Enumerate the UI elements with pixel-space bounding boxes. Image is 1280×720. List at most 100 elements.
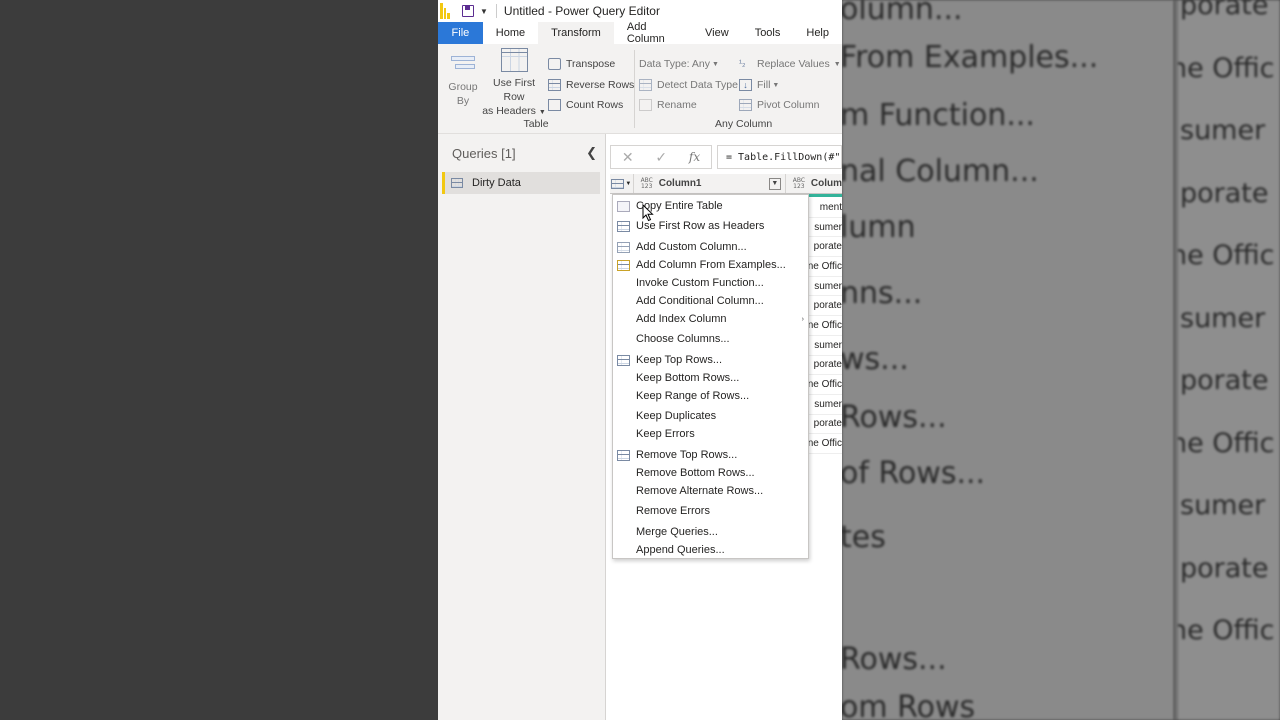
queries-pane: Queries [1] ❮ Dirty Data xyxy=(438,134,606,720)
column-examples-icon xyxy=(617,259,630,271)
table-cell[interactable]: porate xyxy=(808,237,842,258)
menu-item-add-column-from-examples[interactable]: Add Column From Examples... xyxy=(613,256,808,274)
zoomed-cells: porate ne Offic sumer porate ne Offic sumer po… xyxy=(1174,0,1280,720)
menu-item-invoke-custom-function[interactable]: Invoke Custom Function... xyxy=(613,274,808,292)
custom-column-icon xyxy=(617,241,630,253)
table-cell[interactable]: ne Offic xyxy=(808,434,842,454)
tab-tools[interactable]: Tools xyxy=(742,22,794,44)
tab-view[interactable]: View xyxy=(692,22,742,44)
menu-item-remove-top-rows[interactable]: Remove Top Rows... xyxy=(613,446,808,464)
detect-data-type-label: Detect Data Type xyxy=(657,79,738,91)
group-by-icon xyxy=(451,54,475,72)
transpose-button[interactable]: Transpose xyxy=(548,56,615,72)
any-column-group-label: Any Column xyxy=(715,118,773,130)
copy-table-icon xyxy=(617,200,630,212)
detect-data-type-icon xyxy=(639,79,652,91)
use-first-row-headers-button[interactable]: Use First Row as Headers ▼ xyxy=(482,48,546,120)
column-filter-dropdown-icon[interactable]: ▼ xyxy=(768,177,781,190)
zoomed-menu-line: om Rows xyxy=(842,690,976,720)
table-menu-button[interactable]: ▼ xyxy=(610,174,634,193)
title-bar: ▼ Untitled - Power Query Editor xyxy=(438,0,842,22)
group-by-button[interactable]: Group By xyxy=(444,54,482,108)
tab-home[interactable]: Home xyxy=(483,22,538,44)
table-cell[interactable]: ment xyxy=(808,198,842,218)
reverse-rows-button[interactable]: Reverse Rows xyxy=(548,77,634,93)
tab-add-column[interactable]: Add Column xyxy=(614,21,692,45)
zoomed-menu-line: ws... xyxy=(842,342,909,377)
reverse-rows-icon xyxy=(548,79,561,91)
zoomed-menu-line: tes xyxy=(842,520,886,555)
tab-file[interactable]: File xyxy=(438,22,483,44)
column-header-column2[interactable]: ABC 123 Colum xyxy=(786,174,842,193)
rename-label: Rename xyxy=(657,99,697,111)
remove-rows-icon xyxy=(617,449,630,461)
menu-item-keep-errors[interactable]: Keep Errors xyxy=(613,425,808,443)
menu-item-merge-queries[interactable]: Merge Queries... xyxy=(613,523,808,541)
rename-button[interactable]: Rename xyxy=(639,97,697,113)
menu-item-choose-columns[interactable]: Choose Columns... xyxy=(613,330,808,348)
formula-input[interactable]: = Table.FillDown(#" xyxy=(717,145,842,169)
formula-controls: ✕ ✓ fx xyxy=(610,145,712,169)
fx-icon[interactable]: fx xyxy=(689,150,700,164)
menu-item-remove-alternate-rows[interactable]: Remove Alternate Rows... xyxy=(613,482,808,500)
tab-help[interactable]: Help xyxy=(793,22,842,44)
save-icon[interactable] xyxy=(462,5,474,17)
table-cell[interactable]: ne Offic xyxy=(808,375,842,395)
table-cell[interactable]: porate xyxy=(808,356,842,376)
table-cell[interactable]: ne Offic xyxy=(808,257,842,277)
table-cell[interactable]: porate xyxy=(808,415,842,435)
table-menu-chevron-icon: ▼ xyxy=(625,180,632,187)
replace-values-button[interactable]: ¹₂ Replace Values ▼ xyxy=(739,56,841,72)
zoomed-menu-line: Rows... xyxy=(842,400,947,435)
zoomed-cell-line: ne Offic xyxy=(1174,240,1275,271)
zoomed-menu-line: nal Column... xyxy=(842,154,1039,189)
data-type-label: Data Type: Any xyxy=(639,58,711,70)
zoomed-menu-line: lumn xyxy=(842,210,916,245)
menu-item-keep-range-of-rows[interactable]: Keep Range of Rows... xyxy=(613,387,808,405)
column1-name: Column1 xyxy=(658,178,702,189)
table-cell[interactable]: sumer xyxy=(808,218,842,238)
window-title: Untitled - Power Query Editor xyxy=(503,4,660,18)
any-column-group: Data Type: Any ▼ Detect Data Type Rename… xyxy=(635,44,842,134)
background-left xyxy=(0,0,438,720)
cancel-formula-icon[interactable]: ✕ xyxy=(622,149,634,166)
replace-values-chevron-icon: ▼ xyxy=(833,60,841,68)
table-cell[interactable]: sumer xyxy=(808,395,842,415)
menu-item-remove-bottom-rows[interactable]: Remove Bottom Rows... xyxy=(613,464,808,482)
tab-transform[interactable]: Transform xyxy=(538,22,614,44)
table-cell[interactable]: ne Offic xyxy=(808,316,842,336)
pivot-column-button[interactable]: Pivot Column xyxy=(739,97,819,113)
pivot-column-label: Pivot Column xyxy=(757,99,820,111)
quick-access-dropdown-icon[interactable]: ▼ xyxy=(480,7,488,16)
menu-item-add-custom-column[interactable]: Add Custom Column... xyxy=(613,238,808,256)
column-header-column1[interactable]: ABC 123 Column1 ▼ xyxy=(634,174,786,193)
queries-header: Queries [1] ❮ xyxy=(438,134,605,172)
reverse-rows-label: Reverse Rows xyxy=(566,79,635,91)
zoomed-menu-line: From Examples... xyxy=(842,40,1099,75)
menu-item-keep-bottom-rows[interactable]: Keep Bottom Rows... xyxy=(613,369,808,387)
menu-item-append-queries[interactable]: Append Queries... xyxy=(613,541,808,559)
title-separator xyxy=(495,4,497,18)
menu-item-add-conditional-column[interactable]: Add Conditional Column... xyxy=(613,292,808,310)
fill-chevron-icon: ▼ xyxy=(772,81,780,89)
commit-formula-icon[interactable]: ✓ xyxy=(655,149,667,166)
menu-item-remove-errors[interactable]: Remove Errors xyxy=(613,502,808,520)
menu-item-keep-duplicates[interactable]: Keep Duplicates xyxy=(613,407,808,425)
count-rows-button[interactable]: Count Rows xyxy=(548,97,623,113)
count-rows-icon xyxy=(548,99,561,111)
zoomed-menu-line: nns... xyxy=(842,276,923,311)
table-cell[interactable]: sumer xyxy=(808,336,842,356)
fill-button[interactable]: ↓ Fill ▼ xyxy=(739,77,779,93)
query-item-dirty-data[interactable]: Dirty Data xyxy=(442,172,600,194)
menu-item-add-index-column[interactable]: Add Index Column › xyxy=(613,310,808,328)
query-table-icon xyxy=(451,178,463,188)
menu-item-keep-top-rows[interactable]: Keep Top Rows... xyxy=(613,351,808,369)
collapse-pane-chevron-icon[interactable]: ❮ xyxy=(586,145,597,161)
detect-data-type-button[interactable]: Detect Data Type xyxy=(639,77,738,93)
power-query-window: ▼ Untitled - Power Query Editor File Hom… xyxy=(438,0,842,720)
formula-bar: ✕ ✓ fx = Table.FillDown(#" xyxy=(610,144,842,170)
table-cell[interactable]: sumer xyxy=(808,277,842,297)
data-type-dropdown[interactable]: Data Type: Any ▼ xyxy=(639,56,719,72)
pivot-column-icon xyxy=(739,99,752,111)
table-cell[interactable]: porate xyxy=(808,296,842,317)
